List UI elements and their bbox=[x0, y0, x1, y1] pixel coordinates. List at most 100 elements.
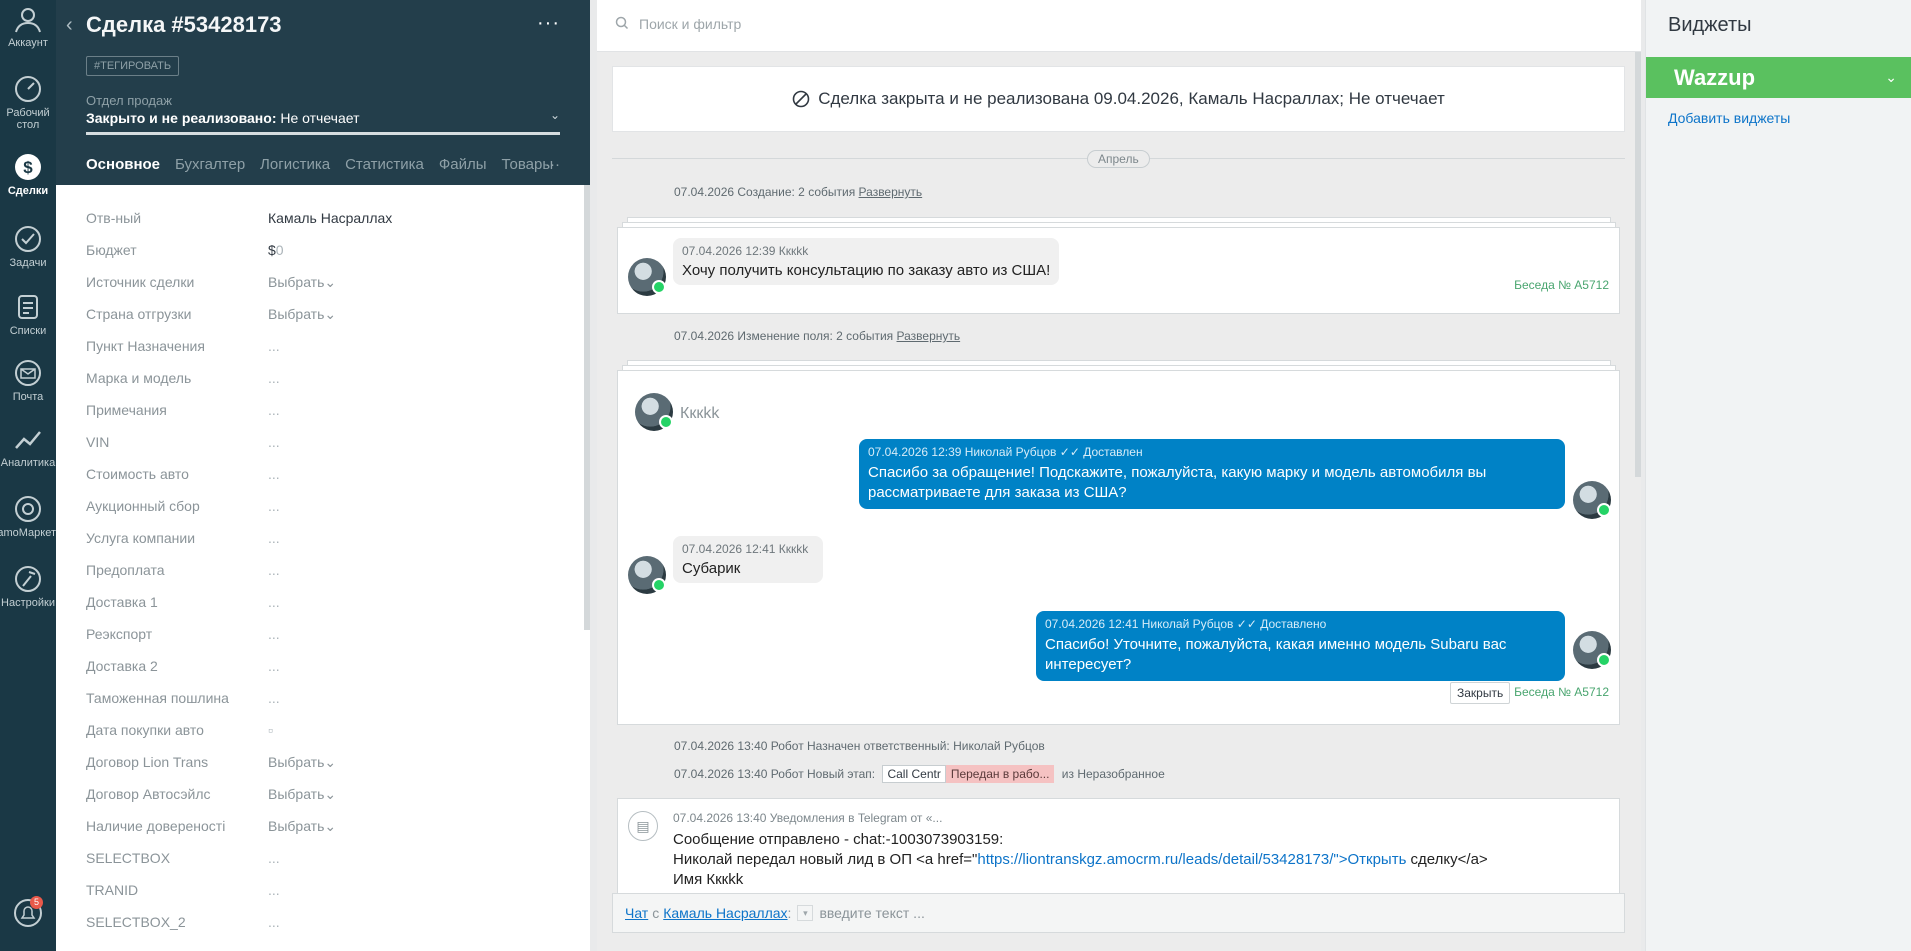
field-value[interactable]: ... bbox=[268, 498, 280, 514]
chevron-down-icon[interactable]: ⌄ bbox=[324, 786, 336, 803]
field-value[interactable]: ... bbox=[268, 338, 280, 354]
event-text: 07.04.2026 13:40 Робот Новый этап: bbox=[674, 767, 876, 781]
field-value[interactable]: ... bbox=[268, 434, 280, 450]
month-label: Апрель bbox=[1087, 150, 1150, 168]
conversation-link[interactable]: Беседа № A5712 bbox=[1514, 685, 1609, 699]
field-value[interactable]: ... bbox=[268, 466, 280, 482]
nav-dashboard[interactable]: Рабочий стол bbox=[0, 74, 56, 131]
field-label: Отв-ный bbox=[86, 210, 142, 226]
nav-label: Аккаунт bbox=[8, 37, 48, 49]
field-row: Стоимость авто... bbox=[86, 458, 566, 490]
field-row: Пункт Назначения... bbox=[86, 330, 566, 362]
field-value[interactable]: ▫ bbox=[268, 722, 273, 738]
tab-logistics[interactable]: Логистика bbox=[260, 156, 330, 173]
nav-lists[interactable]: Списки bbox=[0, 292, 56, 337]
tag-button[interactable]: #ТЕГИРОВАТЬ bbox=[86, 56, 180, 76]
expand-link[interactable]: Развернуть bbox=[897, 329, 961, 343]
status-select[interactable]: Закрыто и не реализовано: Не отчечает bbox=[86, 110, 359, 126]
chat-type-link[interactable]: Чат bbox=[625, 905, 648, 921]
chevron-down-icon[interactable]: ▾ bbox=[797, 905, 814, 921]
field-value[interactable]: ... bbox=[268, 370, 280, 386]
field-value[interactable]: ... bbox=[268, 882, 280, 898]
close-conversation-button[interactable]: Закрыть bbox=[1450, 682, 1511, 704]
field-value[interactable]: $ bbox=[268, 242, 276, 258]
nav-analytics[interactable]: Аналитика bbox=[0, 424, 56, 469]
field-select[interactable]: Выбрать bbox=[268, 786, 324, 802]
expand-link[interactable]: Развернуть bbox=[859, 185, 923, 199]
field-row: Страна отгрузки Выбрать ⌄ bbox=[86, 298, 566, 330]
field-value[interactable]: ... bbox=[268, 562, 280, 578]
nav-label: Списки bbox=[9, 325, 47, 337]
composer-input[interactable]: введите текст ... bbox=[819, 905, 924, 921]
field-value[interactable]: ... bbox=[268, 658, 280, 674]
nav-mail[interactable]: Почта bbox=[0, 358, 56, 403]
chevron-down-icon[interactable]: ⌄ bbox=[324, 754, 336, 771]
event-text: 07.04.2026 Изменение поля: 2 события bbox=[674, 329, 894, 343]
tab-accounting[interactable]: Бухгалтерия bbox=[175, 156, 245, 173]
tabs-more-button[interactable]: ··· bbox=[545, 156, 560, 173]
nav-label: Сделки bbox=[7, 185, 49, 197]
field-value[interactable]: ... bbox=[268, 850, 280, 866]
deal-link[interactable]: https://liontranskgz.amocrm.ru/leads/det… bbox=[977, 851, 1406, 868]
field-select[interactable]: Выбрать bbox=[268, 306, 324, 322]
nav-tasks[interactable]: Задачи bbox=[0, 224, 56, 269]
add-widgets-link[interactable]: Добавить виджеты bbox=[1668, 110, 1790, 126]
message-meta: 07.04.2026 12:39 Николай Рубцов ✓✓ Доста… bbox=[868, 445, 1143, 459]
field-value[interactable]: ... bbox=[268, 594, 280, 610]
outgoing-message: 07.04.2026 12:39 Николай Рубцов ✓✓ Доста… bbox=[859, 439, 1565, 509]
nav-market[interactable]: amoМаркет bbox=[0, 494, 56, 539]
tab-statistics[interactable]: Статистика bbox=[345, 156, 424, 173]
search-bar[interactable]: Поиск и фильтр bbox=[597, 0, 1641, 52]
field-select[interactable]: Выбрать bbox=[268, 274, 324, 290]
chevron-down-icon[interactable]: ⌄ bbox=[324, 274, 336, 291]
field-row: VIN... bbox=[86, 426, 566, 458]
card-scrollbar[interactable] bbox=[584, 185, 590, 630]
tab-main[interactable]: Основное bbox=[86, 156, 160, 173]
nav-account[interactable]: Аккаунт bbox=[0, 4, 56, 49]
wazzup-widget[interactable]: Wazzup bbox=[1646, 57, 1911, 98]
field-row: Реэкспорт... bbox=[86, 618, 566, 650]
recipient-link[interactable]: Камаль Насраллах bbox=[663, 905, 787, 921]
analytics-icon bbox=[15, 431, 41, 449]
field-select[interactable]: Выбрать bbox=[268, 754, 324, 770]
whatsapp-icon bbox=[1597, 653, 1611, 667]
tab-files[interactable]: Файлы bbox=[439, 156, 487, 173]
robot-stage-event: 07.04.2026 13:40 Робот Новый этап: Call … bbox=[674, 765, 1165, 783]
feed: Поиск и фильтр Сделка закрыта и не реали… bbox=[597, 0, 1641, 951]
widgets-title: Виджеты bbox=[1668, 14, 1752, 36]
notification-line: Имя Кккkk bbox=[673, 871, 744, 888]
nav-deals[interactable]: $ Сделки bbox=[0, 152, 56, 197]
field-value[interactable]: Камаль Насраллах bbox=[268, 210, 392, 226]
feed-scrollbar[interactable] bbox=[1635, 52, 1641, 477]
message-composer[interactable]: Чат с Камаль Насраллах : ▾ введите текст… bbox=[612, 893, 1625, 933]
budget-amount[interactable]: 0 bbox=[276, 242, 284, 258]
message-text: Спасибо за обращение! Подскажите, пожалу… bbox=[868, 464, 1487, 501]
field-label: Доставка 1 bbox=[86, 594, 158, 610]
nav-settings[interactable]: Настройки bbox=[0, 564, 56, 609]
field-row: Предоплата... bbox=[86, 554, 566, 586]
deal-title[interactable]: Сделка #53428173 bbox=[86, 12, 282, 38]
field-row: Таможенная пошлина... bbox=[86, 682, 566, 714]
back-arrow-icon[interactable]: ‹ bbox=[66, 14, 73, 37]
whatsapp-icon bbox=[1597, 503, 1611, 517]
field-label: Договор Lion Trans bbox=[86, 754, 209, 770]
chevron-down-icon[interactable]: ⌄ bbox=[1885, 69, 1897, 86]
chevron-down-icon[interactable]: ⌄ bbox=[324, 306, 336, 323]
field-value[interactable]: ... bbox=[268, 402, 280, 418]
field-row: Доставка 1... bbox=[86, 586, 566, 618]
chevron-down-icon[interactable]: ⌄ bbox=[550, 108, 560, 122]
contact-name[interactable]: Кккkk bbox=[680, 405, 719, 423]
more-button[interactable]: ··· bbox=[537, 12, 560, 35]
field-value[interactable]: ... bbox=[268, 690, 280, 706]
field-select[interactable]: Выбрать bbox=[268, 818, 324, 834]
field-value[interactable]: ... bbox=[268, 626, 280, 642]
conversation-link[interactable]: Беседа № A5712 bbox=[1514, 278, 1609, 292]
nav-notifications[interactable]: 5 bbox=[0, 896, 56, 931]
field-value[interactable]: ... bbox=[268, 914, 280, 930]
chevron-down-icon[interactable]: ⌄ bbox=[324, 818, 336, 835]
composer-colon: : bbox=[787, 905, 792, 921]
field-label: SELECTBOX bbox=[86, 850, 171, 866]
search-input[interactable]: Поиск и фильтр bbox=[639, 16, 741, 32]
outgoing-message: 07.04.2026 12:41 Николай Рубцов ✓✓ Доста… bbox=[1036, 611, 1565, 681]
field-value[interactable]: ... bbox=[268, 530, 280, 546]
